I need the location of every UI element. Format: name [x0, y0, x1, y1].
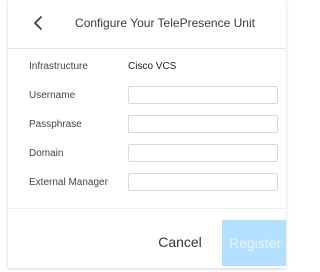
infrastructure-row: Infrastructure Cisco VCS [8, 56, 286, 80]
cancel-button[interactable]: Cancel [140, 222, 220, 262]
dialog-title: Configure Your TelePresence Unit [75, 16, 255, 30]
infrastructure-label: Infrastructure [29, 61, 88, 72]
username-field[interactable] [128, 86, 278, 104]
domain-field[interactable] [128, 144, 278, 162]
dialog-header: Configure Your TelePresence Unit [8, 0, 286, 49]
external-manager-row: External Manager [8, 172, 286, 196]
domain-row: Domain [8, 143, 286, 167]
infrastructure-value: Cisco VCS [128, 61, 177, 72]
username-label: Username [29, 90, 76, 101]
register-button[interactable]: Register [222, 220, 286, 266]
passphrase-field[interactable] [128, 115, 278, 133]
passphrase-row: Passphrase [8, 114, 286, 138]
external-manager-field[interactable] [128, 173, 278, 191]
chevron-left-icon[interactable] [32, 14, 44, 32]
footer-divider [8, 208, 286, 209]
configure-dialog: Configure Your TelePresence Unit Infrast… [8, 0, 286, 268]
domain-label: Domain [29, 148, 64, 159]
username-row: Username [8, 85, 286, 109]
external-manager-label: External Manager [29, 177, 108, 188]
passphrase-label: Passphrase [29, 119, 82, 130]
